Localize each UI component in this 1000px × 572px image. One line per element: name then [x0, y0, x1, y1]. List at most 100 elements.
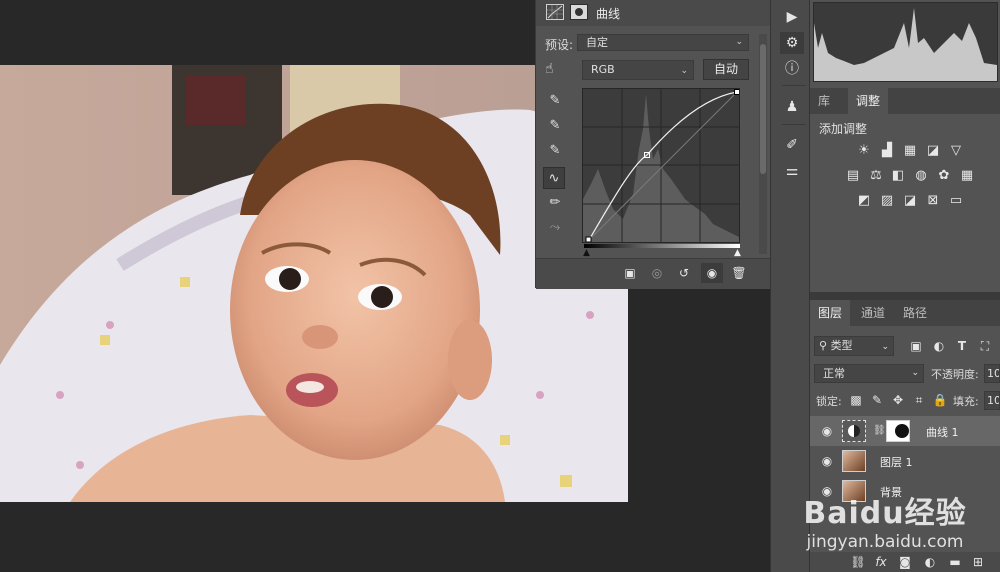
pencil-draw-icon[interactable]: ✏ [544, 192, 566, 214]
smooth-curve-icon[interactable]: ⤳ [544, 217, 566, 239]
input-gradient-bar [584, 244, 740, 248]
lock-artboard-icon[interactable]: ⌗ [911, 392, 927, 408]
play-actions-icon[interactable]: ▶ [780, 6, 804, 28]
layer-row-curves[interactable]: ◉ ⛓ 曲线 1 [810, 416, 1000, 446]
vibrance-icon[interactable]: ▽ [947, 143, 965, 159]
opacity-input[interactable]: 100% [984, 364, 1000, 383]
properties-icon[interactable]: ⚙ [780, 32, 804, 54]
clone-source-icon[interactable]: ♟ [780, 96, 804, 118]
properties-scrollbar[interactable] [759, 34, 767, 254]
chevron-down-icon: ⌄ [881, 342, 889, 352]
color-balance-icon[interactable]: ⚖ [867, 168, 885, 184]
brush-settings-icon[interactable]: ✐ [780, 134, 804, 156]
black-point-slider-icon[interactable]: ▲ [583, 248, 590, 258]
sample-midtone-eyedropper-icon[interactable]: ✎ [544, 115, 566, 137]
channel-value: RGB [591, 63, 615, 76]
strip-divider [782, 85, 806, 86]
curves-adjustment-icon[interactable] [546, 4, 564, 20]
fill-label: 填充: [953, 395, 979, 408]
chevron-down-icon: ⌄ [735, 37, 743, 47]
layer-mask-icon[interactable] [570, 4, 588, 20]
lock-position-icon[interactable]: ✥ [890, 392, 906, 408]
edit-points-curve-icon[interactable]: ∿ [543, 167, 565, 189]
layer-mask-thumbnail[interactable] [886, 420, 910, 442]
color-lookup-icon[interactable]: ▦ [958, 168, 976, 184]
tab-library[interactable]: 库 [810, 88, 838, 114]
panel-divider [810, 292, 1000, 300]
mask-shape [895, 424, 909, 438]
visibility-eye-icon[interactable]: ◉ [818, 422, 836, 440]
delete-trash-icon[interactable]: 🗑 [731, 265, 747, 281]
reset-icon[interactable]: ↺ [676, 265, 692, 281]
auto-button[interactable]: 自动 [703, 59, 749, 80]
targeted-adjustment-hand-icon[interactable]: ☝ [545, 61, 565, 79]
tab-channels[interactable]: 通道 [853, 300, 893, 326]
baidu-watermark: Baidu经验 jingyan.baidu.com [770, 480, 1000, 572]
properties-title: 曲线 [596, 7, 621, 21]
document-image[interactable] [0, 65, 628, 502]
layer-filter-select[interactable]: ⚲ 类型 ⌄ [814, 336, 894, 356]
brush-presets-icon[interactable]: ⚌ [780, 160, 804, 182]
chevron-down-icon: ⌄ [680, 66, 688, 76]
layer-name[interactable]: 曲线 1 [926, 424, 959, 440]
toggle-visibility-eye-icon[interactable]: ◉ [701, 263, 723, 283]
info-icon[interactable]: ⓘ [780, 58, 804, 80]
layer-row-layer1[interactable]: ◉ 图层 1 [810, 446, 1000, 476]
add-adjustment-label: 添加调整 [819, 122, 868, 136]
filter-shape-layer-icon[interactable]: ⛶ [977, 338, 993, 354]
scrollbar-thumb[interactable] [760, 44, 766, 174]
photo-filter-icon[interactable]: ◍ [912, 168, 930, 184]
adjustment-circle-icon [848, 425, 860, 437]
lock-all-icon[interactable]: 🔒 [932, 392, 948, 408]
preset-select[interactable]: 自定 ⌄ [577, 34, 749, 51]
sample-highlight-eyedropper-icon[interactable]: ✎ [544, 140, 566, 162]
opacity-label: 不透明度: [931, 368, 979, 381]
layer-thumbnail [842, 450, 866, 472]
clip-to-layer-icon[interactable]: ▣ [622, 265, 638, 281]
hue-saturation-icon[interactable]: ▤ [844, 168, 862, 184]
sample-shadow-eyedropper-icon[interactable]: ✎ [544, 90, 566, 112]
visibility-eye-icon[interactable]: ◉ [818, 452, 836, 470]
levels-icon[interactable]: ▟ [878, 143, 896, 159]
adjustments-tabbar [810, 88, 1000, 114]
channel-mixer-icon[interactable]: ✿ [935, 168, 953, 184]
search-icon: ⚲ [819, 339, 828, 352]
exposure-icon[interactable]: ◪ [924, 143, 942, 159]
baby-photo [0, 65, 628, 502]
gradient-map-icon[interactable]: ▭ [947, 193, 965, 209]
curves-icon[interactable]: ▦ [901, 143, 919, 159]
lock-label: 锁定: [816, 395, 842, 408]
histogram-panel [813, 2, 998, 82]
channel-select[interactable]: RGB ⌄ [582, 60, 694, 80]
lock-transparent-pixels-icon[interactable]: ▩ [848, 392, 864, 408]
blend-mode-select[interactable]: 正常 ⌄ [814, 364, 924, 383]
tab-adjustments[interactable]: 调整 [848, 88, 889, 114]
layer-name[interactable]: 图层 1 [880, 454, 913, 470]
chevron-down-icon: ⌄ [911, 368, 919, 378]
watermark-url: jingyan.baidu.com [806, 532, 964, 552]
threshold-icon[interactable]: ◪ [901, 193, 919, 209]
preset-label: 预设: [545, 38, 574, 52]
adjustment-layer-thumbnail [842, 420, 866, 442]
white-point-slider-icon[interactable]: ▲ [734, 248, 741, 258]
filter-adjustment-layer-icon[interactable]: ◐ [931, 338, 947, 354]
tab-layers[interactable]: 图层 [810, 300, 851, 326]
curves-graph[interactable] [582, 88, 740, 243]
filter-type-layer-icon[interactable]: T [954, 338, 970, 354]
view-previous-state-icon[interactable]: ◎ [649, 265, 665, 281]
brightness-contrast-icon[interactable]: ☀ [855, 143, 873, 159]
posterize-icon[interactable]: ▨ [878, 193, 896, 209]
strip-divider [782, 124, 806, 125]
chain-link-icon[interactable]: ⛓ [873, 425, 886, 436]
invert-icon[interactable]: ◩ [855, 193, 873, 209]
blend-mode-value: 正常 [823, 367, 845, 380]
curves-histogram-svg [583, 89, 740, 243]
tab-paths[interactable]: 路径 [895, 300, 935, 326]
lock-image-pixels-icon[interactable]: ✎ [869, 392, 885, 408]
selective-color-icon[interactable]: ⊠ [924, 193, 942, 209]
fill-input[interactable]: 100% [984, 391, 1000, 410]
black-white-icon[interactable]: ◧ [889, 168, 907, 184]
preset-value: 自定 [586, 36, 608, 49]
filter-pixel-layer-icon[interactable]: ▣ [908, 338, 924, 354]
watermark-brand: Baidu经验 [803, 496, 967, 531]
